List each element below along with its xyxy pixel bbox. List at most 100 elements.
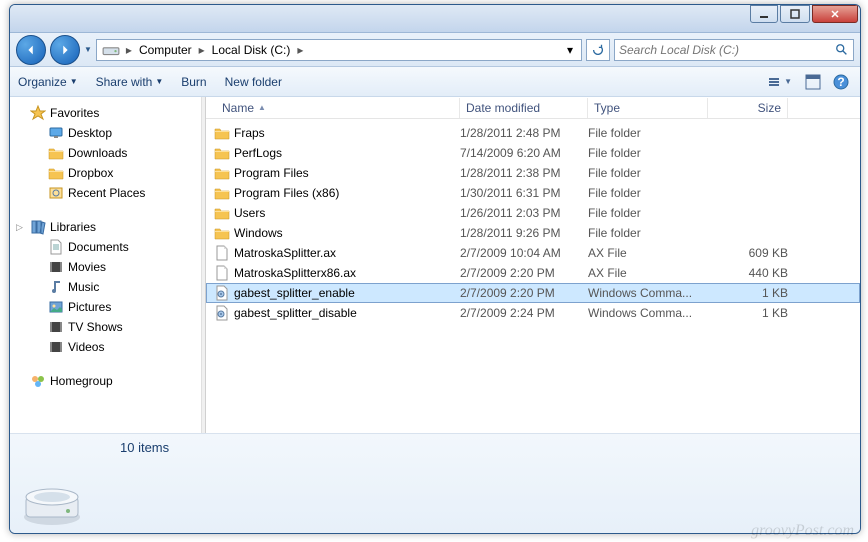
- sort-indicator-icon: ▲: [258, 103, 266, 112]
- nav-dropbox[interactable]: Dropbox: [10, 163, 201, 183]
- search-input[interactable]: [619, 43, 835, 57]
- file-type: Windows Comma...: [588, 306, 708, 320]
- drive-icon: [102, 41, 120, 59]
- help-button[interactable]: [830, 72, 852, 92]
- folder-icon: [214, 145, 230, 161]
- file-type: AX File: [588, 266, 708, 280]
- file-list[interactable]: Fraps1/28/2011 2:48 PMFile folderPerfLog…: [206, 119, 860, 433]
- folder-icon: [48, 145, 64, 161]
- nav-videos[interactable]: Videos: [10, 337, 201, 357]
- recent-dropdown[interactable]: ▼: [84, 45, 92, 54]
- address-segment-computer[interactable]: Computer: [135, 41, 196, 59]
- nav-recent-places[interactable]: Recent Places: [10, 183, 201, 203]
- movies-icon: [48, 339, 64, 355]
- homegroup-icon: [30, 373, 46, 389]
- file-type: File folder: [588, 206, 708, 220]
- file-date: 7/14/2009 6:20 AM: [460, 146, 588, 160]
- file-name: MatroskaSplitterx86.ax: [234, 266, 356, 280]
- column-date[interactable]: Date modified: [460, 98, 588, 118]
- file-row[interactable]: Windows1/28/2011 9:26 PMFile folder: [206, 223, 860, 243]
- file-date: 1/28/2011 9:26 PM: [460, 226, 588, 240]
- file-size: 609 KB: [708, 246, 788, 260]
- column-headers: Name▲ Date modified Type Size: [206, 97, 860, 119]
- column-size[interactable]: Size: [708, 98, 788, 118]
- back-button[interactable]: [16, 35, 46, 65]
- file-date: 2/7/2009 2:20 PM: [460, 266, 588, 280]
- file-row[interactable]: Program Files 1/28/2011 2:38 PMFile folde…: [206, 163, 860, 183]
- organize-button[interactable]: Organize▼: [18, 75, 78, 89]
- file-type: File folder: [588, 166, 708, 180]
- address-root-arrow[interactable]: ▸: [123, 41, 135, 59]
- toolbar: Organize▼ Share with▼ Burn New folder ▼: [10, 67, 860, 97]
- file-date: 1/30/2011 6:31 PM: [460, 186, 588, 200]
- address-history-dropdown[interactable]: ▾: [561, 41, 579, 59]
- nav-tv-shows[interactable]: TV Shows: [10, 317, 201, 337]
- homegroup-header[interactable]: Homegroup: [10, 371, 201, 391]
- burn-button[interactable]: Burn: [181, 75, 206, 89]
- favorites-header[interactable]: Favorites: [10, 103, 201, 123]
- libraries-icon: [30, 219, 46, 235]
- recent-icon: [48, 185, 64, 201]
- column-name[interactable]: Name▲: [206, 98, 460, 118]
- share-button[interactable]: Share with▼: [96, 75, 164, 89]
- expand-icon[interactable]: ▷: [16, 222, 23, 233]
- file-type: File folder: [588, 126, 708, 140]
- file-row[interactable]: gabest_splitter_enable2/7/2009 2:20 PMWi…: [206, 283, 860, 303]
- item-count: 10 items: [120, 440, 169, 455]
- cmd-icon: [214, 285, 230, 301]
- nav-desktop[interactable]: Desktop: [10, 123, 201, 143]
- maximize-button[interactable]: [780, 5, 810, 23]
- file-icon: [214, 245, 230, 261]
- column-type[interactable]: Type: [588, 98, 708, 118]
- documents-icon: [48, 239, 64, 255]
- search-box[interactable]: [614, 39, 854, 61]
- preview-pane-button[interactable]: [802, 72, 824, 92]
- folder-icon: [214, 165, 230, 181]
- cmd-icon: [214, 305, 230, 321]
- new-folder-button[interactable]: New folder: [225, 75, 282, 89]
- file-type: Windows Comma...: [588, 286, 708, 300]
- minimize-button[interactable]: [750, 5, 778, 23]
- file-date: 1/26/2011 2:03 PM: [460, 206, 588, 220]
- folder-icon: [214, 125, 230, 141]
- nav-music[interactable]: Music: [10, 277, 201, 297]
- file-name: Program Files (x86): [234, 186, 339, 200]
- forward-button[interactable]: [50, 35, 80, 65]
- folder-icon: [48, 165, 64, 181]
- address-segment-drive[interactable]: Local Disk (C:): [208, 41, 295, 59]
- libraries-label: Libraries: [50, 220, 96, 234]
- view-options-button[interactable]: ▼: [766, 75, 796, 89]
- file-row[interactable]: MatroskaSplitter.ax2/7/2009 10:04 AMAX F…: [206, 243, 860, 263]
- nav-pictures[interactable]: Pictures: [10, 297, 201, 317]
- file-name: Program Files: [234, 166, 309, 180]
- file-name: PerfLogs: [234, 146, 282, 160]
- drive-icon: [20, 467, 84, 531]
- address-arrow[interactable]: ▸: [196, 41, 208, 59]
- file-row[interactable]: PerfLogs 7/14/2009 6:20 AMFile folder: [206, 143, 860, 163]
- file-row[interactable]: Program Files (x86)1/30/2011 6:31 PMFile…: [206, 183, 860, 203]
- nav-downloads[interactable]: Downloads: [10, 143, 201, 163]
- address-arrow[interactable]: ▸: [294, 41, 306, 59]
- watermark: groovyPost.com: [751, 522, 854, 540]
- file-date: 1/28/2011 2:38 PM: [460, 166, 588, 180]
- refresh-button[interactable]: [586, 39, 610, 61]
- nav-movies[interactable]: Movies: [10, 257, 201, 277]
- file-row[interactable]: Fraps1/28/2011 2:48 PMFile folder: [206, 123, 860, 143]
- folder-icon: [214, 225, 230, 241]
- file-name: MatroskaSplitter.ax: [234, 246, 336, 260]
- file-row[interactable]: Users 1/26/2011 2:03 PMFile folder: [206, 203, 860, 223]
- favorites-label: Favorites: [50, 106, 99, 120]
- music-icon: [48, 279, 64, 295]
- explorer-window: ▼ ▸ Computer ▸ Local Disk (C:) ▸ ▾ Organ…: [9, 4, 861, 534]
- file-name: Users: [234, 206, 265, 220]
- libraries-header[interactable]: ▷ Libraries: [10, 217, 201, 237]
- file-row[interactable]: MatroskaSplitterx86.ax 2/7/2009 2:20 PMAX…: [206, 263, 860, 283]
- folder-icon: [214, 205, 230, 221]
- file-row[interactable]: gabest_splitter_disable2/7/2009 2:24 PMW…: [206, 303, 860, 323]
- file-type: File folder: [588, 146, 708, 160]
- pictures-icon: [48, 299, 64, 315]
- nav-documents[interactable]: Documents: [10, 237, 201, 257]
- address-bar[interactable]: ▸ Computer ▸ Local Disk (C:) ▸ ▾: [96, 39, 582, 61]
- file-name: gabest_splitter_enable: [234, 286, 355, 300]
- close-button[interactable]: [812, 5, 858, 23]
